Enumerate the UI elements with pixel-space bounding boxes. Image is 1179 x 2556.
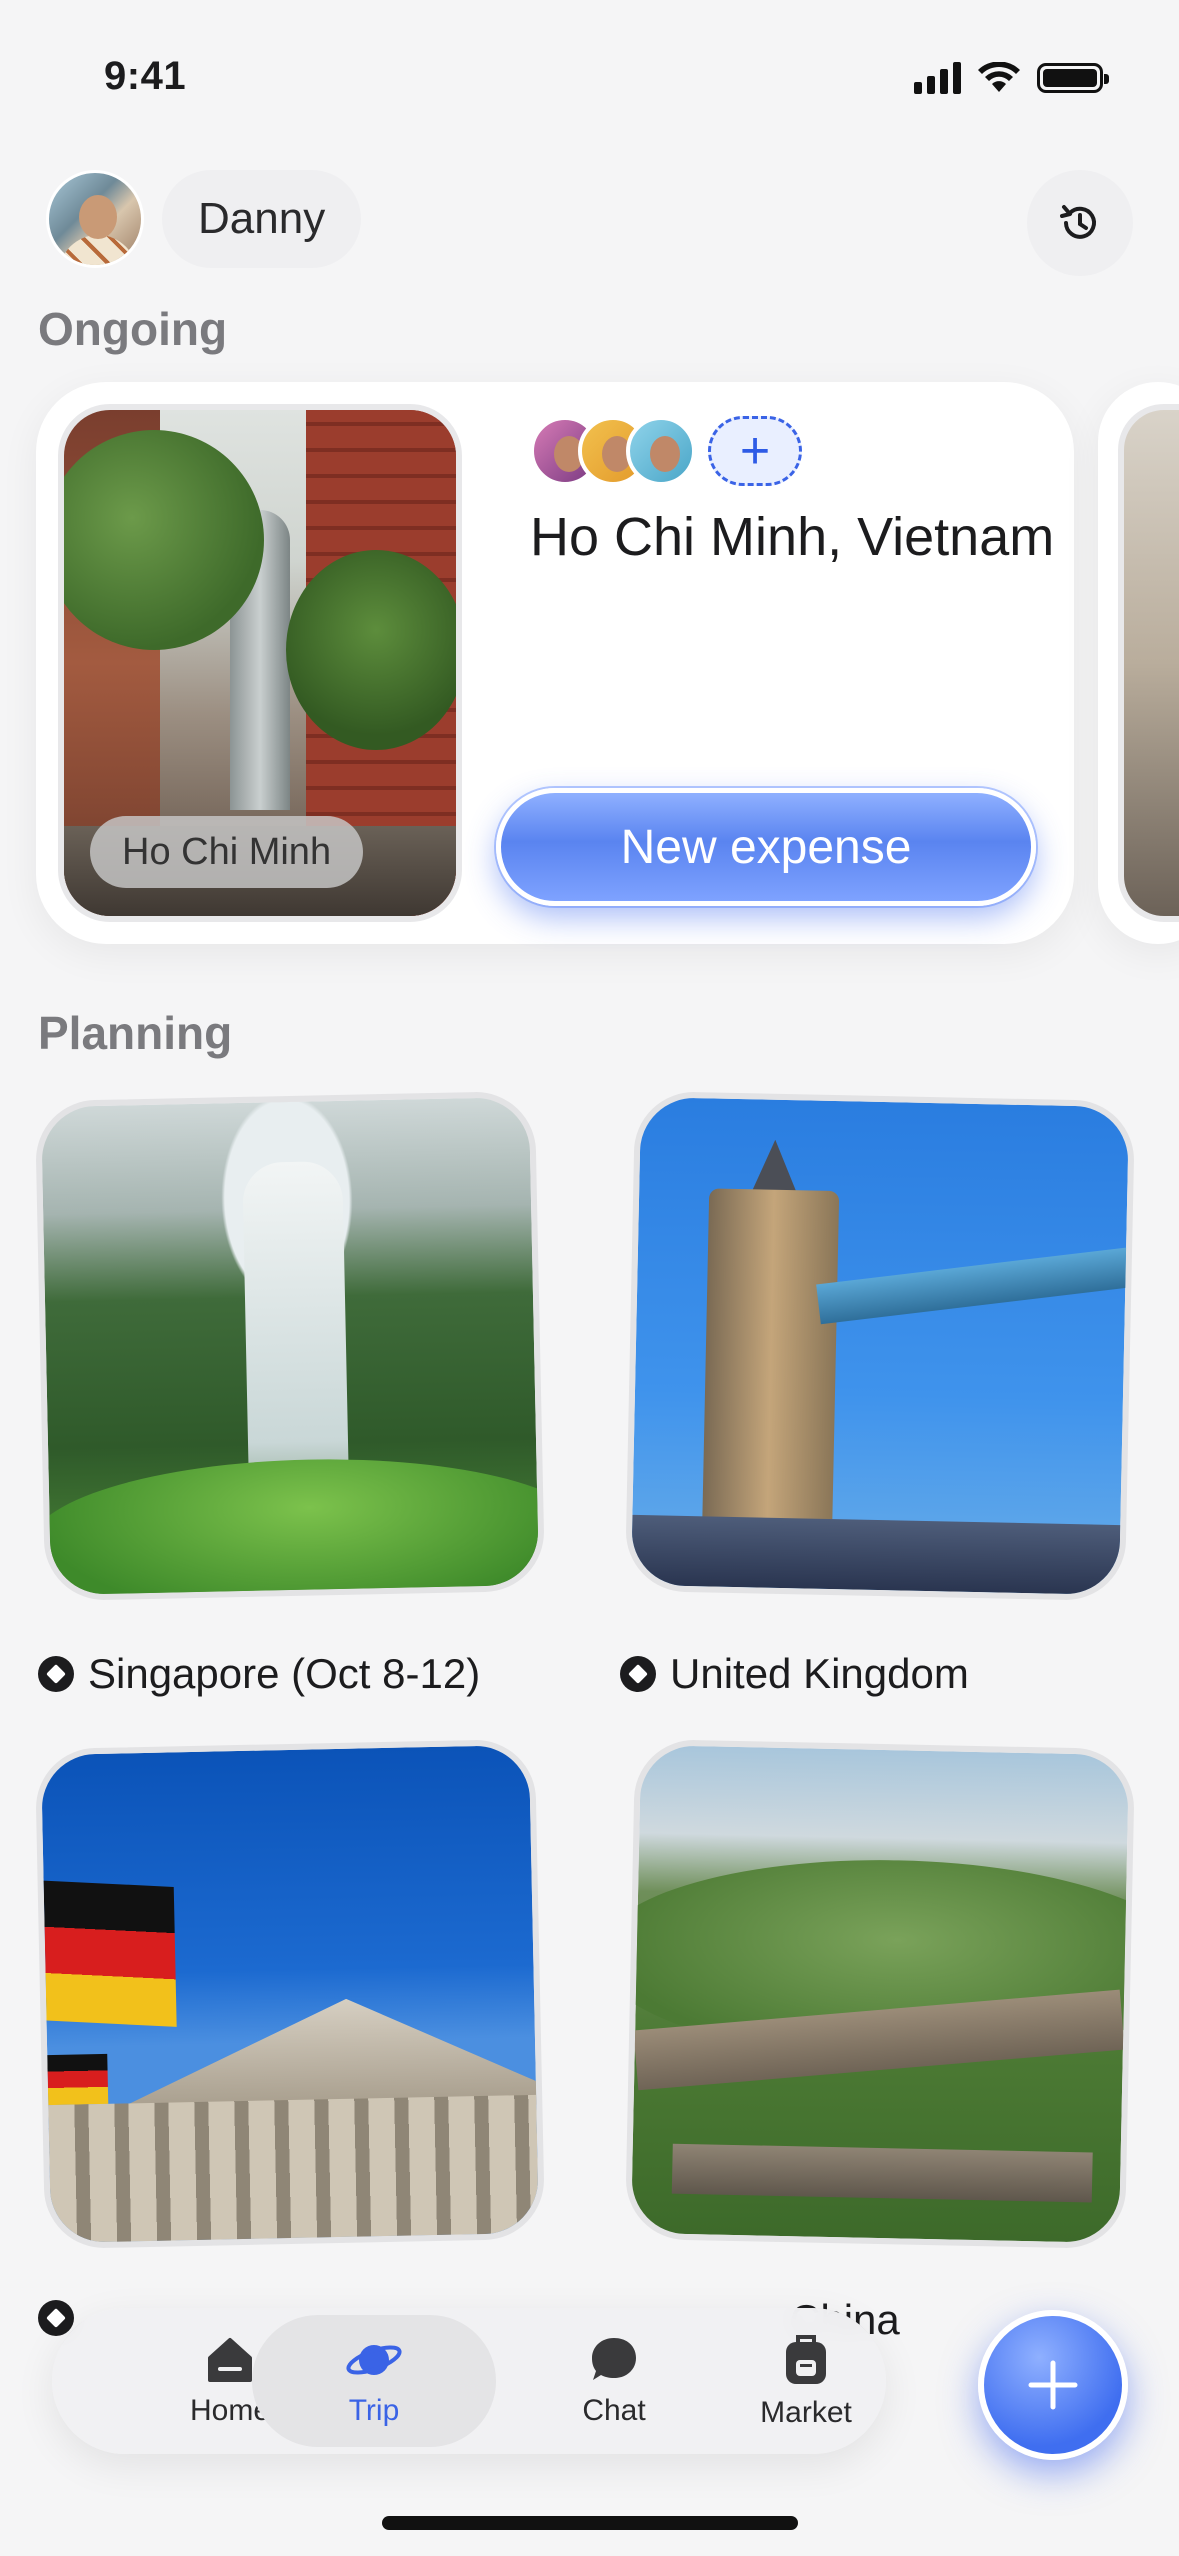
nav-item-trip[interactable]: Trip	[252, 2315, 496, 2447]
home-icon	[208, 2338, 252, 2382]
nav-item-market[interactable]: Market	[706, 2308, 906, 2454]
location-pin-icon	[38, 1656, 74, 1692]
add-trip-button[interactable]	[978, 2310, 1128, 2460]
ongoing-trip-photo: Ho Chi Minh	[58, 404, 462, 922]
chat-icon	[592, 2338, 636, 2380]
status-bar: 9:41	[0, 0, 1179, 150]
location-pin-icon	[620, 1656, 656, 1692]
planning-card-germany[interactable]	[34, 1738, 546, 2250]
status-icons	[914, 62, 1109, 94]
home-indicator[interactable]	[382, 2516, 798, 2530]
ongoing-section-title: Ongoing	[38, 303, 228, 355]
planning-card-singapore[interactable]	[34, 1090, 546, 1602]
planning-card-china[interactable]	[624, 1738, 1136, 2250]
ongoing-trip-title: Ho Chi Minh, Vietnam	[530, 507, 1055, 567]
location-pin-icon	[38, 2300, 74, 2336]
cellular-signal-icon	[914, 62, 961, 94]
new-expense-button[interactable]: New expense	[496, 788, 1036, 906]
status-time: 9:41	[104, 54, 187, 98]
ongoing-trip-card[interactable]: Ho Chi Minh + Ho Chi Minh, Vietnam New e…	[36, 382, 1074, 944]
plus-icon	[1028, 2360, 1078, 2410]
planning-label-uk[interactable]: United Kingdom	[620, 1650, 969, 1698]
planning-label-singapore[interactable]: Singapore (Oct 8-12)	[38, 1650, 480, 1698]
photo-location-tag: Ho Chi Minh	[90, 816, 364, 888]
battery-icon	[1037, 63, 1109, 93]
trip-members: +	[530, 416, 802, 486]
history-icon	[1060, 205, 1096, 239]
bottom-navigation: Home Trip Chat Market	[52, 2308, 886, 2454]
backpack-icon	[786, 2335, 826, 2384]
user-avatar[interactable]	[46, 170, 144, 268]
user-name-chip[interactable]: Danny	[162, 170, 362, 268]
wifi-icon	[978, 62, 1020, 92]
add-member-button[interactable]: +	[708, 416, 802, 486]
planning-section-title: Planning	[38, 1007, 233, 1059]
trip-screen: 9:41 Danny Ongoing Ho Chi Minh + Ho Chi …	[0, 0, 1179, 2556]
planning-card-uk[interactable]	[624, 1090, 1136, 1602]
history-button[interactable]	[1027, 170, 1133, 276]
planet-icon	[346, 2345, 402, 2375]
next-ongoing-card[interactable]	[1098, 382, 1179, 944]
nav-item-chat[interactable]: Chat	[514, 2308, 714, 2454]
member-avatar	[626, 416, 696, 486]
